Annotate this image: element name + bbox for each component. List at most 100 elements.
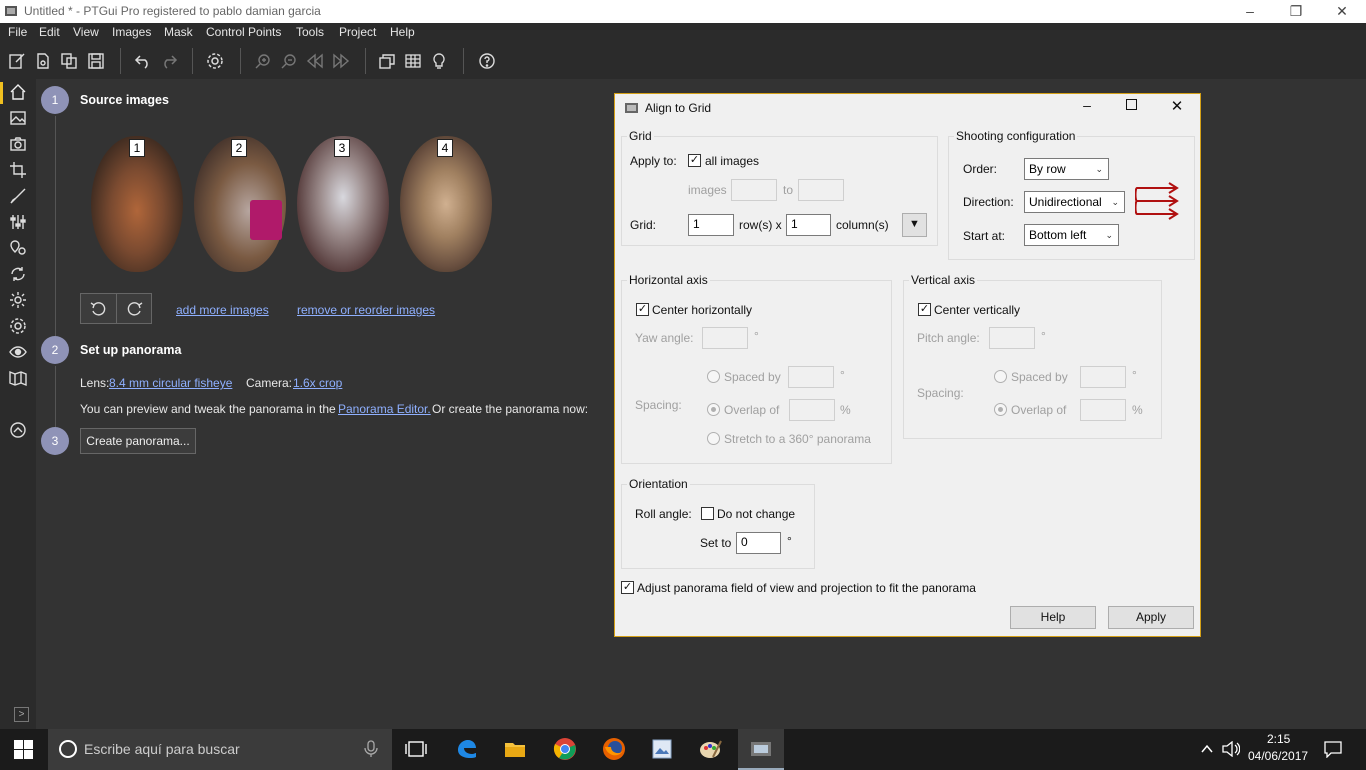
microphone-icon[interactable]: [364, 740, 378, 758]
rows-input[interactable]: 1: [688, 214, 734, 236]
remove-reorder-images-link[interactable]: remove or reorder images: [297, 303, 435, 317]
zoom-in-icon[interactable]: [254, 52, 272, 70]
zoom-out-icon[interactable]: [280, 52, 298, 70]
roll-angle-input[interactable]: 0: [736, 532, 781, 554]
adjust-sliders-icon[interactable]: [9, 213, 27, 231]
expand-sidebar-button[interactable]: >: [14, 707, 29, 722]
menu-tools[interactable]: Tools: [296, 25, 324, 39]
rotate-right-icon[interactable]: [125, 300, 143, 318]
camera-link[interactable]: 1.6x crop: [293, 376, 342, 390]
order-select[interactable]: By row ⌄: [1024, 158, 1109, 180]
menu-control-points[interactable]: Control Points: [206, 25, 281, 39]
task-view-icon[interactable]: [404, 737, 428, 761]
save-icon[interactable]: [87, 52, 105, 70]
windows-start-icon[interactable]: [14, 740, 33, 759]
menu-mask[interactable]: Mask: [164, 25, 193, 39]
v-spaced-by-radio[interactable]: [994, 370, 1007, 383]
collapse-up-icon[interactable]: [9, 421, 27, 439]
v-overlap-input[interactable]: [1080, 399, 1126, 421]
v-overlap-radio[interactable]: [994, 403, 1007, 416]
menu-view[interactable]: View: [73, 25, 99, 39]
lens-link[interactable]: 8.4 mm circular fisheye: [109, 376, 232, 390]
show-hidden-icons-chevron-icon[interactable]: [1200, 743, 1214, 755]
add-more-images-link[interactable]: add more images: [176, 303, 269, 317]
mask-brush-icon[interactable]: [9, 187, 27, 205]
paint-icon[interactable]: [699, 737, 723, 761]
close-button[interactable]: ✕: [1319, 0, 1365, 23]
action-center-icon[interactable]: [1324, 740, 1342, 758]
settings-gear-icon[interactable]: [206, 52, 224, 70]
volume-icon[interactable]: [1222, 741, 1240, 757]
settings-gear-icon[interactable]: [9, 317, 27, 335]
redo-icon[interactable]: [160, 52, 178, 70]
menu-images[interactable]: Images: [112, 25, 151, 39]
dialog-close-button[interactable]: ✕: [1167, 97, 1187, 115]
menu-project[interactable]: Project: [339, 25, 376, 39]
table-icon[interactable]: [404, 52, 422, 70]
columns-input[interactable]: 1: [786, 214, 831, 236]
yaw-angle-input[interactable]: [702, 327, 748, 349]
grid-dropdown-button[interactable]: ▼: [902, 213, 927, 237]
minimize-button[interactable]: –: [1227, 0, 1273, 23]
vertical-axis-title: Vertical axis: [909, 273, 978, 287]
chrome-icon[interactable]: [553, 737, 577, 761]
panorama-editor-link[interactable]: Panorama Editor.: [338, 402, 431, 416]
open-project-icon[interactable]: [34, 52, 52, 70]
adjust-fov-checkbox[interactable]: ✓: [621, 581, 634, 594]
create-panorama-button[interactable]: Create panorama...: [80, 428, 196, 454]
firefox-icon[interactable]: [602, 737, 626, 761]
create-now-text: Or create the panorama now:: [432, 402, 589, 416]
all-images-checkbox[interactable]: ✓: [688, 154, 701, 167]
camera-icon[interactable]: [9, 135, 27, 153]
h-overlap-input[interactable]: [789, 399, 835, 421]
help-icon[interactable]: [478, 52, 496, 70]
edge-browser-icon[interactable]: [455, 737, 479, 761]
exposure-sun-icon[interactable]: [9, 291, 27, 309]
h-spaced-by-input[interactable]: [788, 366, 834, 388]
thumbnail-detail: [250, 200, 282, 240]
images-to-input[interactable]: [798, 179, 844, 201]
panorama-editor-icon[interactable]: [378, 52, 396, 70]
undo-icon[interactable]: [134, 52, 152, 70]
dialog-minimize-button[interactable]: –: [1077, 97, 1097, 113]
pitch-angle-input[interactable]: [989, 327, 1035, 349]
stretch-360-radio[interactable]: [707, 432, 720, 445]
preview-eye-icon[interactable]: [9, 343, 27, 361]
previous-icon[interactable]: [306, 52, 324, 70]
images-icon[interactable]: [9, 109, 27, 127]
taskbar-search-box[interactable]: Escribe aquí para buscar: [48, 729, 392, 770]
menu-help[interactable]: Help: [390, 25, 415, 39]
apply-button[interactable]: Apply: [1108, 606, 1194, 629]
do-not-change-checkbox[interactable]: [701, 507, 714, 520]
h-spaced-by-radio[interactable]: [707, 370, 720, 383]
images-from-input[interactable]: [731, 179, 777, 201]
center-vertically-checkbox[interactable]: ✓: [918, 303, 931, 316]
ptgui-taskbar-button[interactable]: [738, 729, 784, 770]
v-spaced-by-input[interactable]: [1080, 366, 1126, 388]
preview-text: You can preview and tweak the panorama i…: [80, 402, 336, 416]
dialog-maximize-button[interactable]: [1121, 99, 1141, 110]
menu-edit[interactable]: Edit: [39, 25, 60, 39]
next-icon[interactable]: [332, 52, 350, 70]
sidebar-active-indicator: [0, 82, 3, 104]
restore-button[interactable]: ❐: [1273, 0, 1319, 23]
duplicate-icon[interactable]: [60, 52, 78, 70]
start-at-select[interactable]: Bottom left ⌄: [1024, 224, 1119, 246]
help-button[interactable]: Help: [1010, 606, 1096, 629]
optimize-icon[interactable]: [9, 265, 27, 283]
v-overlap-percent-label: %: [1132, 403, 1143, 417]
lightbulb-icon[interactable]: [430, 52, 448, 70]
rotate-left-icon[interactable]: [90, 300, 108, 318]
direction-select[interactable]: Unidirectional ⌄: [1024, 191, 1125, 213]
map-icon[interactable]: [9, 369, 27, 387]
center-vertically-label: Center vertically: [934, 303, 1021, 317]
menu-file[interactable]: File: [8, 25, 27, 39]
control-points-icon[interactable]: [9, 239, 27, 257]
h-overlap-radio[interactable]: [707, 403, 720, 416]
crop-icon[interactable]: [9, 161, 27, 179]
new-project-icon[interactable]: [8, 52, 26, 70]
file-explorer-icon[interactable]: [503, 737, 527, 761]
center-horizontally-checkbox[interactable]: ✓: [636, 303, 649, 316]
home-icon[interactable]: [9, 83, 27, 101]
image-viewer-icon[interactable]: [650, 737, 674, 761]
